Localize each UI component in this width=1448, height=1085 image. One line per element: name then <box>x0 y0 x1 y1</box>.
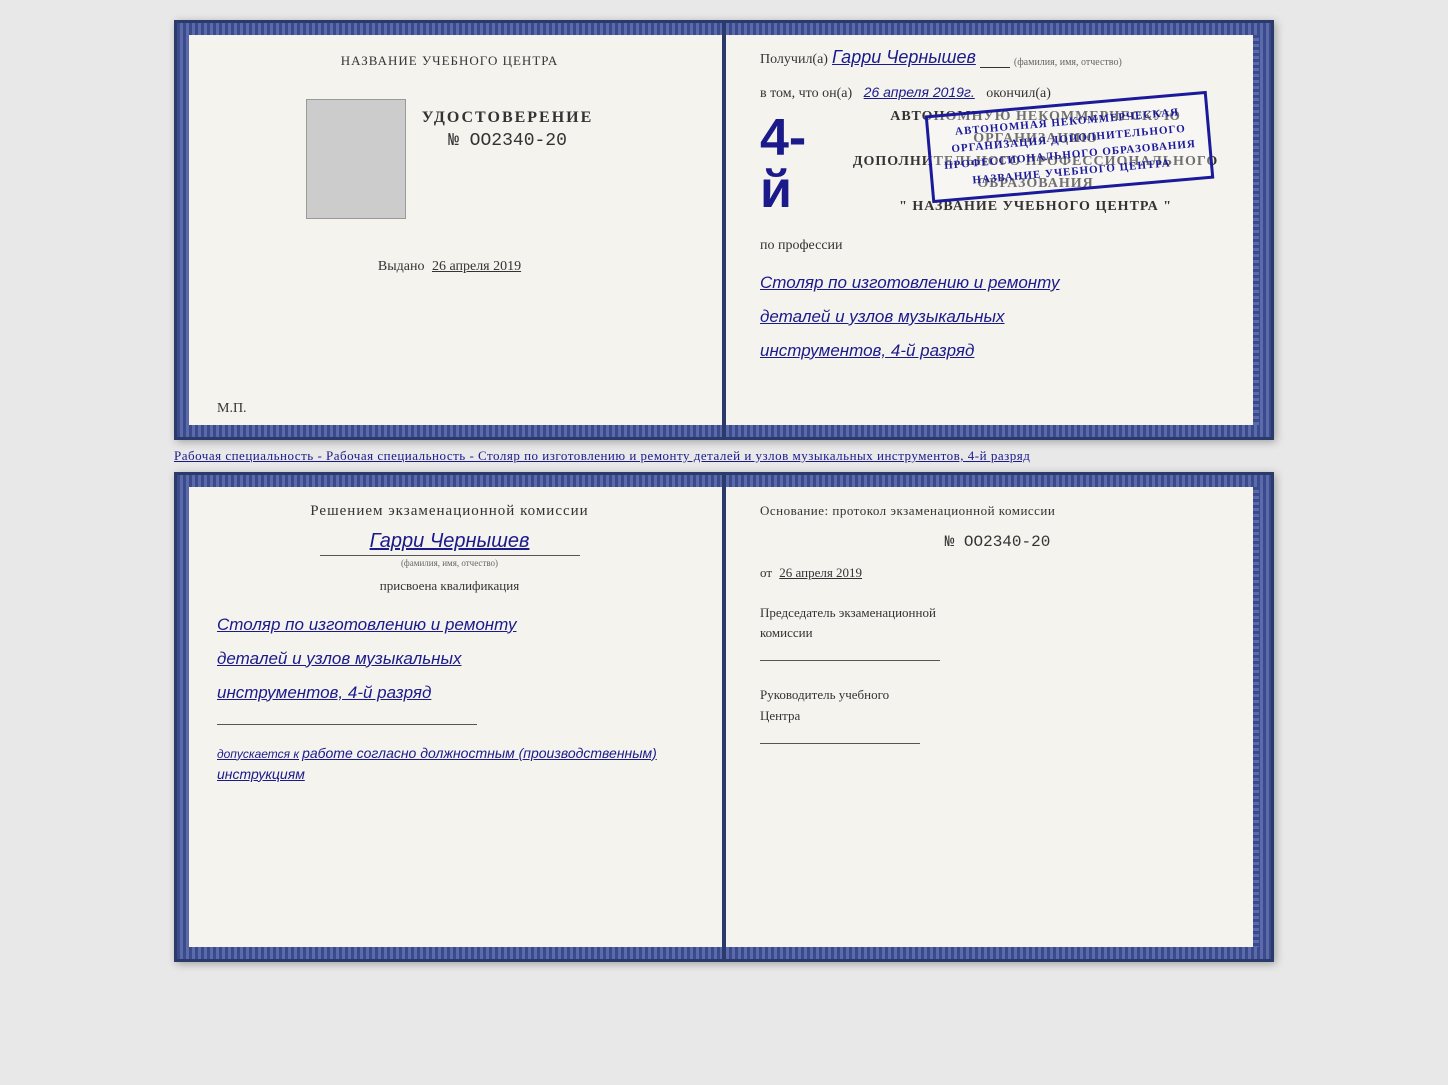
profession-line3-diploma: инструментов, 4-й разряд <box>760 334 1235 368</box>
ot-line: от 26 апреля 2019 <box>760 565 1235 581</box>
predsedatel-block: Председатель экзаменационной комиссии <box>760 603 1235 662</box>
predsedatel-line1: Председатель экзаменационной <box>760 603 1235 624</box>
vydano-date: 26 апреля 2019 <box>432 259 521 274</box>
qual-number: № OO2340-20 <box>760 533 1235 551</box>
ot-date: 26 апреля 2019 <box>779 565 862 580</box>
qualification-book: Решением экзаменационной комиссии Гарри … <box>174 472 1274 962</box>
document-container: НАЗВАНИЕ УЧЕБНОГО ЦЕНТРА УДОСТОВЕРЕНИЕ №… <box>20 20 1428 962</box>
poluchil-line: Получил(а) Гарри Чернышев (фамилия, имя,… <box>760 47 1235 68</box>
qual-left-page: Решением экзаменационной комиссии Гарри … <box>177 475 724 959</box>
dopuskaetsya-prefix: допускается к <box>217 747 299 761</box>
vydano-line: Выдано 26 апреля 2019 <box>378 259 521 275</box>
profession-block-qual: Столяр по изготовлению и ремонту деталей… <box>217 608 682 710</box>
po-professii: по профессии <box>760 238 1235 254</box>
mp-line: М.П. <box>217 401 247 417</box>
rukovoditel-line1: Руководитель учебного <box>760 685 1235 706</box>
big-year: 4-й <box>760 112 824 216</box>
udostoverenie-title: УДОСТОВЕРЕНИЕ <box>422 109 594 127</box>
qual-right-edge-decoration <box>1253 475 1271 959</box>
okonchil: окончил(а) <box>986 86 1051 101</box>
osnovaniye: Основание: протокол экзаменационной коми… <box>760 503 1235 519</box>
org-line3: " НАЗВАНИЕ УЧЕБНОГО ЦЕНТРА " <box>836 196 1235 218</box>
predsedatel-line2: комиссии <box>760 623 1235 644</box>
diploma-book: НАЗВАНИЕ УЧЕБНОГО ЦЕНТРА УДОСТОВЕРЕНИЕ №… <box>174 20 1274 440</box>
profession-block-diploma: Столяр по изготовлению и ремонту деталей… <box>760 266 1235 368</box>
subtitle-text: Рабочая специальность - Рабочая специаль… <box>174 440 1274 472</box>
diploma-left-page: НАЗВАНИЕ УЧЕБНОГО ЦЕНТРА УДОСТОВЕРЕНИЕ №… <box>177 23 724 437</box>
udostoverenie-number: № OO2340-20 <box>422 131 594 151</box>
subtitle-value: Рабочая специальность - Столяр по изгото… <box>326 448 1030 463</box>
diploma-right-page: Получил(а) Гарри Чернышев (фамилия, имя,… <box>724 23 1271 437</box>
vtom-prefix: в том, что он(а) <box>760 86 852 101</box>
ot-prefix: от <box>760 565 772 580</box>
udostoverenie-block: УДОСТОВЕРЕНИЕ № OO2340-20 <box>422 109 594 151</box>
qual-profession-line1: Столяр по изготовлению и ремонту <box>217 608 682 642</box>
rukovoditel-block: Руководитель учебного Центра <box>760 685 1235 744</box>
vydano-label: Выдано <box>378 259 425 274</box>
name-line-qual: Гарри Чернышев (фамилия, имя, отчество) <box>217 530 682 568</box>
right-edge-decoration <box>1253 23 1271 437</box>
recipient-name: Гарри Чернышев <box>832 47 976 68</box>
qual-name-sublabel: (фамилия, имя, отчество) <box>401 558 498 568</box>
poluchil-prefix: Получил(а) <box>760 52 828 68</box>
prisvoena: присвоена квалификация <box>217 578 682 594</box>
qual-name: Гарри Чернышев <box>370 530 530 553</box>
qual-profession-line3: инструментов, 4-й разряд <box>217 676 682 710</box>
name-sublabel: (фамилия, имя, отчество) <box>1014 57 1122 68</box>
qual-profession-line2: деталей и узлов музыкальных <box>217 642 682 676</box>
vtom-date: 26 апреля 2019г. <box>864 84 975 100</box>
subtitle-prefix: Рабочая специальность - <box>174 448 326 463</box>
rukovoditel-line2: Центра <box>760 706 1235 727</box>
diploma-center-title: НАЗВАНИЕ УЧЕБНОГО ЦЕНТРА <box>341 53 558 69</box>
photo-placeholder <box>306 99 406 219</box>
profession-line2-diploma: деталей и узлов музыкальных <box>760 300 1235 334</box>
dopuskaetsya: допускается к работе согласно должностны… <box>217 743 682 785</box>
qual-right-page: Основание: протокол экзаменационной коми… <box>724 475 1271 959</box>
profession-line1-diploma: Столяр по изготовлению и ремонту <box>760 266 1235 300</box>
komissia-title: Решением экзаменационной комиссии <box>217 503 682 520</box>
